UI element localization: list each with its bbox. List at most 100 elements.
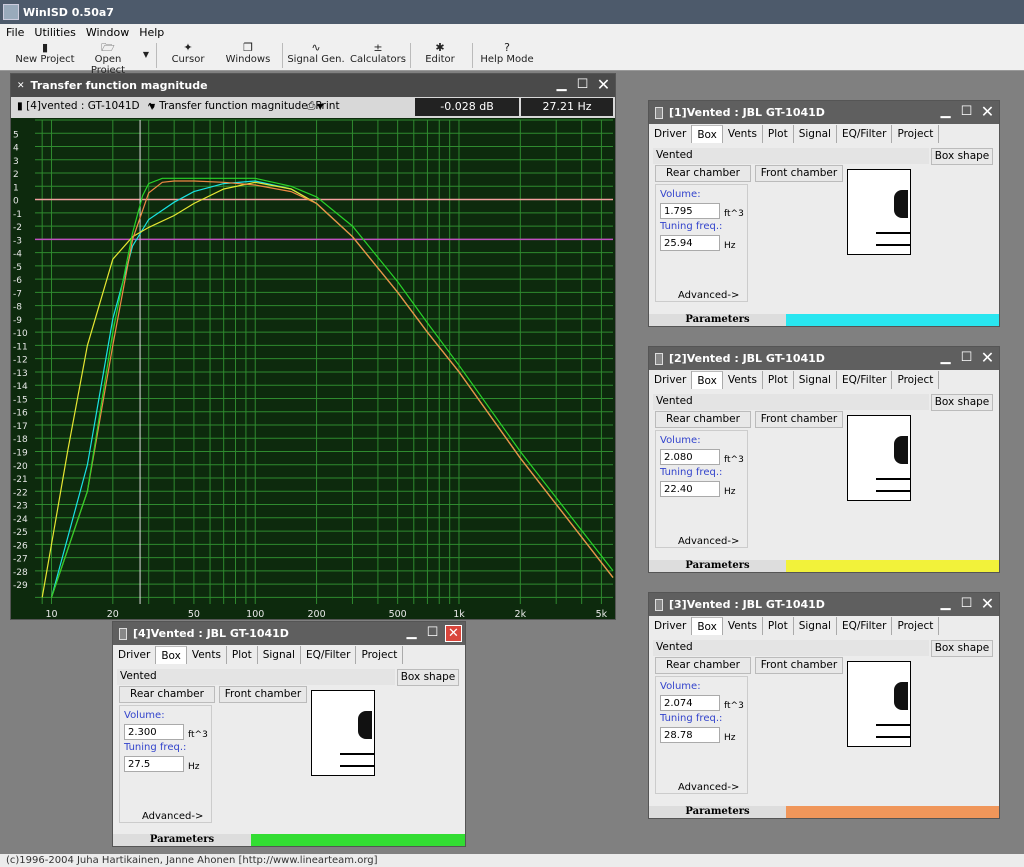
- app-icon: [3, 4, 19, 20]
- rear-chamber-button[interactable]: Rear chamber: [655, 657, 751, 674]
- tab-box[interactable]: Box: [692, 617, 723, 635]
- parameters-bar[interactable]: Parameters: [649, 314, 999, 326]
- tab-project[interactable]: Project: [892, 125, 940, 143]
- tab-project[interactable]: Project: [892, 617, 940, 635]
- tuning-input[interactable]: 28.78: [660, 727, 720, 743]
- tab-vents[interactable]: Vents: [723, 617, 763, 635]
- volume-input[interactable]: 1.795: [660, 203, 720, 219]
- tab-signal[interactable]: Signal: [794, 125, 837, 143]
- calculators-button[interactable]: ± Calculators: [348, 41, 408, 69]
- minimize-button[interactable]: ▁: [553, 77, 570, 94]
- close-button[interactable]: ✕: [979, 104, 996, 121]
- tuning-input[interactable]: 27.5: [124, 756, 184, 772]
- maximize-button[interactable]: ☐: [574, 77, 591, 94]
- front-chamber-button[interactable]: Front chamber: [755, 411, 843, 428]
- toolbar: ▮ New Project 🗁 Open Project ▼ ✦ Cursor ❐ Wi…: [0, 41, 1024, 76]
- tuning-input[interactable]: 25.94: [660, 235, 720, 251]
- tab-driver[interactable]: Driver: [649, 125, 693, 143]
- cursor-button[interactable]: ✦ Cursor: [160, 41, 216, 69]
- minimize-button[interactable]: ▁: [937, 104, 954, 121]
- editor-button[interactable]: ✱ Editor: [412, 41, 468, 69]
- advanced-link[interactable]: Advanced->: [678, 782, 739, 793]
- minimize-button[interactable]: ▁: [937, 596, 954, 613]
- close-button[interactable]: ✕: [595, 77, 612, 94]
- box-shape-button[interactable]: Box shape: [931, 148, 993, 165]
- advanced-link[interactable]: Advanced->: [142, 811, 203, 822]
- new-project-button[interactable]: ▮ New Project: [14, 41, 76, 69]
- tab-plot[interactable]: Plot: [763, 371, 794, 389]
- tab-signal[interactable]: Signal: [794, 617, 837, 635]
- menu-window[interactable]: Window: [86, 26, 129, 39]
- tab-eq-filter[interactable]: EQ/Filter: [837, 371, 893, 389]
- maximize-button[interactable]: ☐: [424, 625, 441, 642]
- y-tick-label: -20: [13, 462, 28, 472]
- y-tick-label: -29: [13, 581, 28, 591]
- menu-utilities[interactable]: Utilities: [34, 26, 75, 39]
- tab-project[interactable]: Project: [892, 371, 940, 389]
- project-select[interactable]: ▮ [4]vented : GT-1041D ▼: [17, 100, 155, 112]
- maximize-button[interactable]: ☐: [958, 350, 975, 367]
- tab-box[interactable]: Box: [156, 646, 187, 664]
- tab-vents[interactable]: Vents: [187, 646, 227, 664]
- signal-gen-button[interactable]: ∿ Signal Gen.: [286, 41, 346, 69]
- windows-button[interactable]: ❐ Windows: [220, 41, 276, 69]
- minimize-button[interactable]: ▁: [403, 625, 420, 642]
- tab-driver[interactable]: Driver: [113, 646, 157, 664]
- tab-vents[interactable]: Vents: [723, 125, 763, 143]
- open-project-button[interactable]: 🗁 Open Project: [76, 41, 140, 76]
- tab-plot[interactable]: Plot: [227, 646, 258, 664]
- box-shape-button[interactable]: Box shape: [931, 394, 993, 411]
- tab-eq-filter[interactable]: EQ/Filter: [837, 125, 893, 143]
- minimize-button[interactable]: ▁: [937, 350, 954, 367]
- y-tick-label: -6: [13, 276, 22, 286]
- rear-chamber-button[interactable]: Rear chamber: [655, 411, 751, 428]
- app-titlebar: WinISD 0.50a7: [0, 0, 1024, 24]
- plot-select[interactable]: ∿ Transfer function magnitude ▼: [147, 100, 323, 112]
- rear-chamber-button[interactable]: Rear chamber: [119, 686, 215, 703]
- transfer-function-chart[interactable]: 543210-1-2-3-4-5-6-7-8-9-10-11-12-13-14-…: [11, 118, 615, 619]
- tab-plot[interactable]: Plot: [763, 617, 794, 635]
- maximize-button[interactable]: ☐: [958, 596, 975, 613]
- tab-box[interactable]: Box: [692, 125, 723, 143]
- parameters-bar[interactable]: Parameters: [649, 806, 999, 818]
- panel-titlebar: [4]Vented : JBL GT-1041D ▁ ☐ ✕: [113, 622, 465, 645]
- close-button[interactable]: ✕: [979, 596, 996, 613]
- volume-input[interactable]: 2.074: [660, 695, 720, 711]
- tab-vents[interactable]: Vents: [723, 371, 763, 389]
- x-tick-label: 20: [107, 609, 119, 619]
- tab-plot[interactable]: Plot: [763, 125, 794, 143]
- panel-titlebar: [2]Vented : JBL GT-1041D ▁ ☐ ✕: [649, 347, 999, 370]
- tab-driver[interactable]: Driver: [649, 371, 693, 389]
- help-icon: ?: [504, 41, 510, 54]
- box-shape-button[interactable]: Box shape: [397, 669, 459, 686]
- tab-eq-filter[interactable]: EQ/Filter: [301, 646, 357, 664]
- open-project-dropdown[interactable]: ▼: [140, 41, 152, 69]
- parameters-bar[interactable]: Parameters: [113, 834, 465, 846]
- tab-signal[interactable]: Signal: [794, 371, 837, 389]
- tab-signal[interactable]: Signal: [258, 646, 301, 664]
- tab-eq-filter[interactable]: EQ/Filter: [837, 617, 893, 635]
- box-shape-button[interactable]: Box shape: [931, 640, 993, 657]
- port-line: [340, 753, 374, 755]
- tuning-input[interactable]: 22.40: [660, 481, 720, 497]
- tab-box[interactable]: Box: [692, 371, 723, 389]
- tab-project[interactable]: Project: [356, 646, 404, 664]
- print-button[interactable]: ⎙Print: [307, 100, 340, 113]
- advanced-link[interactable]: Advanced->: [678, 536, 739, 547]
- close-button[interactable]: ✕: [445, 625, 462, 642]
- advanced-link[interactable]: Advanced->: [678, 290, 739, 301]
- volume-input[interactable]: 2.080: [660, 449, 720, 465]
- front-chamber-button[interactable]: Front chamber: [219, 686, 307, 703]
- close-button[interactable]: ✕: [979, 350, 996, 367]
- front-chamber-button[interactable]: Front chamber: [755, 165, 843, 182]
- maximize-button[interactable]: ☐: [958, 104, 975, 121]
- menu-file[interactable]: File: [6, 26, 24, 39]
- menu-help[interactable]: Help: [139, 26, 164, 39]
- tab-driver[interactable]: Driver: [649, 617, 693, 635]
- help-mode-button[interactable]: ? Help Mode: [476, 41, 538, 69]
- volume-input[interactable]: 2.300: [124, 724, 184, 740]
- parameters-bar[interactable]: Parameters: [649, 560, 999, 572]
- front-chamber-button[interactable]: Front chamber: [755, 657, 843, 674]
- rear-chamber-button[interactable]: Rear chamber: [655, 165, 751, 182]
- box-panel-2: [2]Vented : JBL GT-1041D ▁ ☐ ✕ Driver Box Ve…: [648, 346, 1000, 573]
